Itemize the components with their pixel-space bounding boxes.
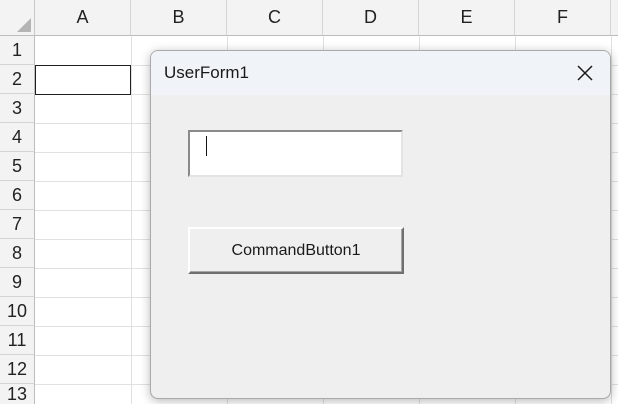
row-header-7[interactable]: 7 bbox=[0, 210, 35, 239]
row-header-9[interactable]: 9 bbox=[0, 268, 35, 297]
column-header-b[interactable]: B bbox=[131, 0, 227, 36]
row-header-13[interactable]: 13 bbox=[0, 384, 35, 404]
dialog-titlebar[interactable]: UserForm1 bbox=[151, 51, 610, 95]
close-button[interactable] bbox=[560, 51, 610, 95]
command-button-1[interactable]: CommandButton1 bbox=[188, 227, 404, 274]
column-header-g[interactable] bbox=[611, 0, 618, 36]
select-all-triangle-icon bbox=[17, 18, 31, 32]
row-header-5[interactable]: 5 bbox=[0, 152, 35, 181]
row-header-8[interactable]: 8 bbox=[0, 239, 35, 268]
row-header-2[interactable]: 2 bbox=[0, 65, 35, 94]
row-header-10[interactable]: 10 bbox=[0, 297, 35, 326]
column-header-f[interactable]: F bbox=[515, 0, 611, 36]
row-header-11[interactable]: 11 bbox=[0, 326, 35, 355]
row-header-6[interactable]: 6 bbox=[0, 181, 35, 210]
select-all-button[interactable] bbox=[0, 0, 35, 36]
userform-dialog: UserForm1 CommandButton1 bbox=[150, 50, 611, 399]
column-header-d[interactable]: D bbox=[323, 0, 419, 36]
row-header-1[interactable]: 1 bbox=[0, 36, 35, 65]
column-header-a[interactable]: A bbox=[35, 0, 131, 36]
close-icon bbox=[577, 65, 593, 81]
gridline bbox=[611, 36, 612, 404]
textbox1[interactable] bbox=[188, 130, 403, 177]
column-header-c[interactable]: C bbox=[227, 0, 323, 36]
row-header-12[interactable]: 12 bbox=[0, 355, 35, 384]
row-header-3[interactable]: 3 bbox=[0, 94, 35, 123]
dialog-title: UserForm1 bbox=[164, 63, 250, 82]
gridline bbox=[131, 36, 132, 404]
column-header-e[interactable]: E bbox=[419, 0, 515, 36]
text-caret bbox=[206, 136, 207, 156]
row-header-4[interactable]: 4 bbox=[0, 123, 35, 152]
active-cell-a2[interactable] bbox=[35, 65, 131, 95]
